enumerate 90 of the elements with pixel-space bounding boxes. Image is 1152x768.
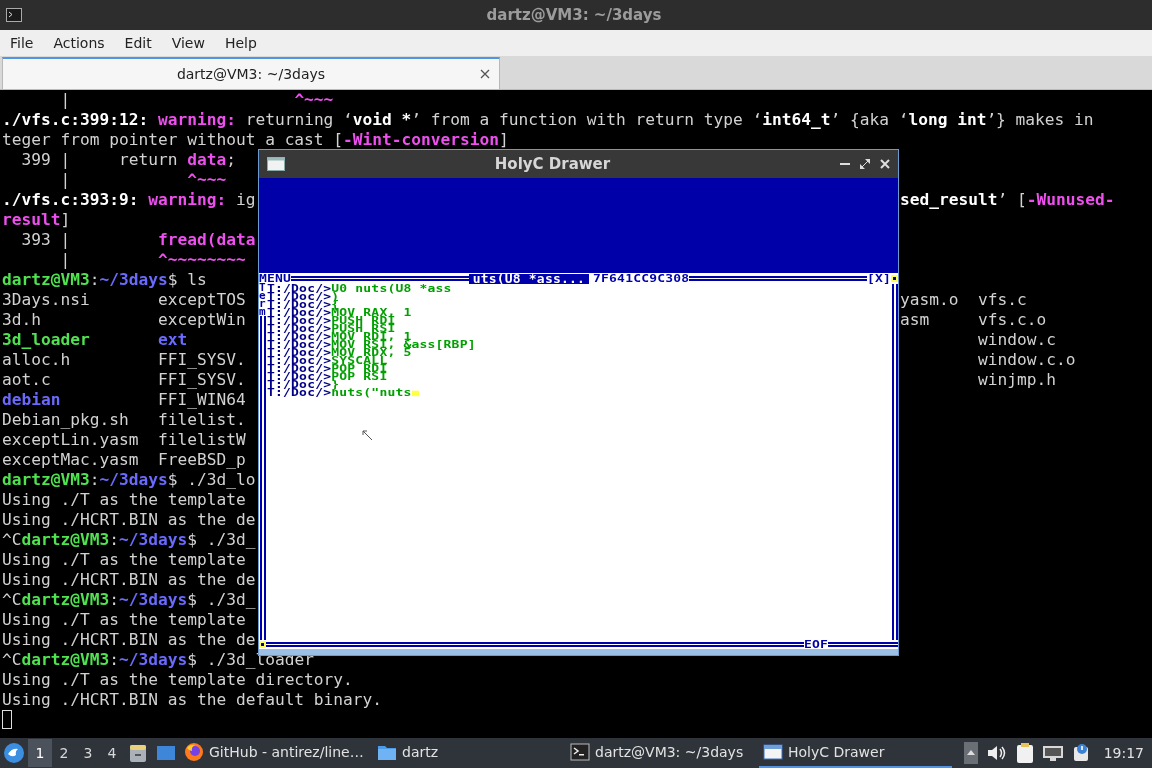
terminal-line: teger from pointer without a cast [-Wint-conversion]: [2, 130, 509, 150]
code-line: T:/Doc/>MOV RSI, &ass[RBP]: [267, 341, 477, 349]
terminal-line: | ^~~~~~~~~: [59, 250, 246, 270]
taskbar-task[interactable]: dartz: [373, 738, 566, 768]
terminal-line: Using ./T as the template: [2, 610, 246, 630]
terminal-line: ./vfs.c:393:9: warning: ig: [2, 190, 256, 209]
terminal-line: 3Days.nsi exceptTOS: [2, 290, 246, 309]
terminal-line: ^Cdartz@VM3:~/3days$ ./3d_: [2, 590, 256, 610]
terminal-line: result]: [2, 210, 71, 230]
terminal-line: aot.c FFI_SYSV.: [2, 370, 246, 389]
close-label[interactable]: [X]: [866, 274, 891, 283]
code-line: T:/Doc/>MOV RDX, 5: [267, 349, 412, 357]
clipboard-icon[interactable]: [1015, 742, 1034, 764]
terminal-text: window.c: [976, 330, 1056, 350]
terminal-cursor: [2, 710, 12, 729]
terminal-text: sed_result’ [-Wunused-: [900, 190, 1115, 210]
menu-item[interactable]: File: [0, 33, 44, 53]
address-label: 7F641CC9C308: [593, 274, 690, 283]
terminal-line: 393 | fread(data: [20, 230, 256, 250]
window-title: dartz@VM3: ~/3days: [486, 6, 662, 24]
terminal-text: winjmp.h: [976, 370, 1056, 390]
terminal-line: 3d.h exceptWin: [2, 310, 246, 329]
terminal-line: exceptMac.yasm FreeBSD_p: [2, 450, 246, 470]
terminal-line: Using ./T as the template directory.: [2, 670, 353, 690]
terminal-line: debian FFI_WIN64: [2, 390, 246, 410]
notification-icon[interactable]: [1071, 743, 1090, 763]
terminal-line: alloc.h FFI_SYSV.: [2, 350, 246, 369]
document-title: uts(U8 *ass...: [468, 273, 590, 284]
terminal-line: | ^~~~: [59, 90, 334, 110]
terminal-line: Debian_pkg.sh filelist.: [2, 410, 246, 430]
terminal-line: dartz@VM3:~/3days$ ./3d_lo: [2, 470, 256, 490]
code-line: T:/Doc/>nuts("nuts: [267, 389, 890, 397]
terminal-line: dartz@VM3:~/3days$ ls: [2, 270, 207, 290]
workspace-button[interactable]: 1: [28, 739, 52, 767]
terminal-text: asm vfs.c.o: [900, 310, 1047, 330]
tray-expand-icon[interactable]: [963, 742, 978, 764]
terminal-line: Using ./HCRT.BIN as the de: [2, 630, 256, 650]
network-icon[interactable]: [1041, 744, 1064, 762]
terminal-line: | ^~~~: [59, 170, 227, 190]
code-line: T:/Doc/>MOV RDI, 1: [267, 333, 412, 341]
code-line: T:/Doc/>{: [267, 301, 340, 309]
code-line: T:/Doc/>MOV RAX, 1: [267, 309, 413, 317]
browser-icon: [184, 742, 204, 762]
terminal-icon: [570, 743, 590, 761]
workspace-button[interactable]: 3: [76, 739, 100, 767]
terminal-line: Using ./T as the template: [2, 550, 246, 570]
workspace-button[interactable]: 4: [100, 739, 124, 767]
code-line: T:/Doc/>U0 nuts(U8 *ass: [267, 285, 453, 293]
taskbar-task[interactable]: GitHub - antirez/line…: [180, 738, 373, 768]
code-line: T:/Doc/>}: [267, 381, 340, 389]
terminal-line: ^Cdartz@VM3:~/3days$ ./3d_loader: [2, 650, 314, 670]
window-icon: [763, 743, 783, 761]
corner-icon[interactable]: [891, 275, 898, 282]
menu-item[interactable]: Actions: [43, 33, 115, 53]
terminal-text: yasm.o vfs.c: [900, 290, 1027, 310]
corner-icon[interactable]: [259, 641, 266, 648]
maximize-icon[interactable]: [860, 159, 870, 169]
terminal-line: Using ./T as the template: [2, 490, 246, 510]
code-line: T:/Doc/>PUSH RDI: [267, 317, 397, 325]
volume-icon[interactable]: [985, 744, 1008, 762]
window-icon: [267, 157, 285, 171]
terminal-line: exceptLin.yasm filelistW: [2, 430, 246, 450]
menu-label[interactable]: MENU: [259, 274, 292, 283]
code-line: T:/Doc/>SYSCALL: [267, 357, 388, 365]
tab[interactable]: dartz@VM3: ~/3days: [2, 57, 500, 89]
taskbar-task[interactable]: dartz@VM3: ~/3days: [566, 738, 759, 768]
folder-icon: [377, 743, 397, 761]
terminal-line: Using ./HCRT.BIN as the default binary.: [2, 690, 383, 710]
terminal-line: ./vfs.c:399:12: warning: returning ‘void *’ from a function with return type ‘int64_t’ {aka ‘long int’} makes in: [2, 110, 1094, 130]
menu-item[interactable]: Help: [214, 33, 267, 53]
taskbar-task[interactable]: HolyC Drawer: [759, 738, 952, 768]
terminal-icon: [6, 8, 22, 22]
terminal-line: Using ./HCRT.BIN as the de: [2, 570, 256, 590]
terminal-line: 3d_loader ext: [2, 330, 188, 349]
terminal-line: Using ./HCRT.BIN as the de: [2, 510, 256, 530]
pointer-icon: [362, 430, 373, 441]
eof-label: EOF: [803, 640, 828, 649]
code-line: T:/Doc/>POP RSI: [267, 373, 389, 381]
clock[interactable]: 19:17: [1103, 745, 1144, 761]
code-line: T:/Doc/>POP RDI: [267, 365, 389, 373]
close-icon[interactable]: [480, 69, 490, 79]
terminal-line: 399 | return data;: [20, 150, 236, 170]
menu-item[interactable]: View: [161, 33, 215, 53]
workspace-button[interactable]: 2: [52, 739, 76, 767]
code-line: T:/Doc/>): [267, 293, 340, 301]
code-line: T:/Doc/>PUSH RSI: [267, 325, 397, 333]
menu-item[interactable]: Edit: [114, 33, 162, 53]
terminal-line: ^Cdartz@VM3:~/3days$ ./3d_: [2, 530, 256, 550]
window-title: HolyC Drawer: [494, 155, 611, 173]
terminal-text: window.c.o: [976, 350, 1076, 370]
